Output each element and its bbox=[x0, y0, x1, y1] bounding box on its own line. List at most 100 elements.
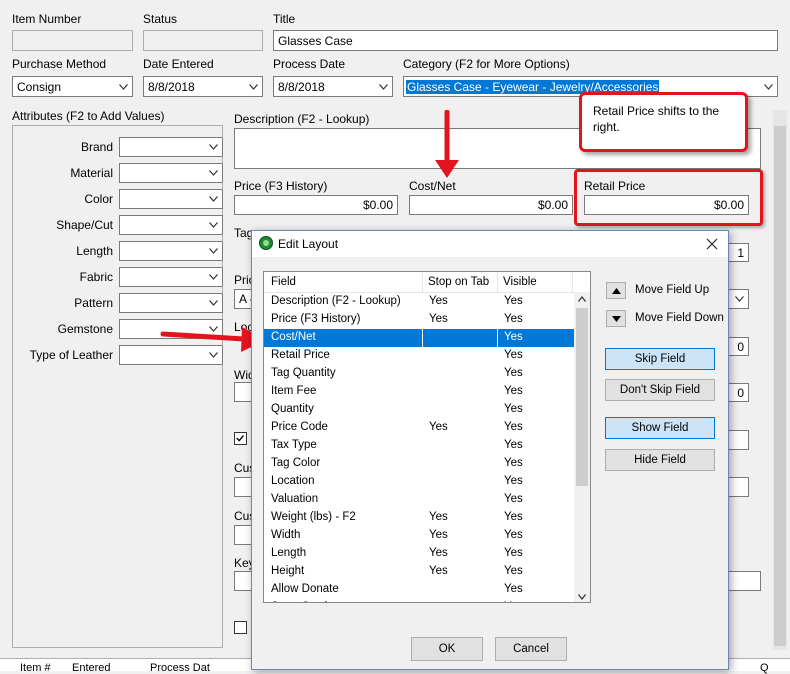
row-field: Tag Quantity bbox=[271, 367, 336, 379]
title-input[interactable]: Glasses Case bbox=[273, 30, 778, 51]
grid-scrollbar-thumb[interactable] bbox=[576, 308, 588, 486]
move-up-button[interactable] bbox=[606, 282, 626, 299]
row-field: Quantity bbox=[271, 403, 314, 415]
row-field: Tax Type bbox=[271, 439, 317, 451]
grid-row[interactable]: Tag Color Yes bbox=[264, 455, 574, 473]
attribute-row-fabric: Fabric bbox=[13, 267, 223, 287]
arrow-down-icon bbox=[435, 110, 459, 178]
attribute-label: Gemstone bbox=[57, 322, 113, 336]
attributes-panel: Brand Material Color Shape/Cut Length Fa… bbox=[12, 125, 223, 648]
chevron-down-icon bbox=[205, 138, 222, 156]
show-field-button[interactable]: Show Field bbox=[605, 417, 715, 439]
chevron-up-icon[interactable] bbox=[578, 296, 586, 302]
grid-column-item: Item # bbox=[20, 662, 51, 674]
column-stop-on-tab[interactable]: Stop on Tab bbox=[428, 276, 489, 288]
date-entered-picker[interactable]: 8/8/2018 bbox=[143, 76, 263, 97]
purchase-method-select[interactable]: Consign bbox=[12, 76, 133, 97]
checkmark-icon bbox=[236, 435, 244, 442]
row-visible: Yes bbox=[504, 511, 523, 523]
ok-button[interactable]: OK bbox=[411, 637, 483, 661]
cancel-button[interactable]: Cancel bbox=[495, 637, 567, 661]
row-field: Tag Color bbox=[271, 457, 321, 469]
right-input-a[interactable]: 0 bbox=[728, 337, 749, 356]
grid-row[interactable]: Cost/Net Yes bbox=[264, 329, 574, 347]
row-visible: Yes bbox=[504, 547, 523, 559]
grid-row[interactable]: Price Code Yes Yes bbox=[264, 419, 574, 437]
row-divider bbox=[497, 329, 498, 347]
attribute-select[interactable] bbox=[119, 137, 223, 157]
chevron-down-icon bbox=[245, 77, 262, 96]
attributes-title: Attributes (F2 to Add Values) bbox=[12, 109, 165, 123]
row-field: Height bbox=[271, 565, 305, 577]
chevron-down-icon[interactable] bbox=[578, 594, 586, 600]
grid-row[interactable]: Location Yes bbox=[264, 473, 574, 491]
triangle-up-icon bbox=[611, 287, 621, 294]
column-field[interactable]: Field bbox=[271, 276, 296, 288]
skip-field-button[interactable]: Skip Field bbox=[605, 348, 715, 370]
item-number-field[interactable] bbox=[12, 30, 133, 51]
chevron-down-icon bbox=[205, 268, 222, 286]
grid-row[interactable]: Allow Donate Yes bbox=[264, 581, 574, 599]
form-scrollbar-thumb[interactable] bbox=[774, 126, 786, 646]
grid-row[interactable]: Price (F3 History) Yes Yes bbox=[264, 311, 574, 329]
grid-row[interactable]: Item Fee Yes bbox=[264, 383, 574, 401]
attribute-select[interactable] bbox=[119, 189, 223, 209]
row-visible: Yes bbox=[504, 583, 523, 595]
grid-row[interactable]: Valuation Yes bbox=[264, 491, 574, 509]
attribute-select[interactable] bbox=[119, 215, 223, 235]
row-field: Length bbox=[271, 547, 307, 559]
attribute-label: Length bbox=[76, 244, 113, 258]
row-field: Weight (lbs) - F2 bbox=[271, 511, 356, 523]
title-label: Title bbox=[273, 12, 296, 26]
grid-row[interactable]: Tag Quantity Yes bbox=[264, 365, 574, 383]
grid-row[interactable]: Quantity Yes bbox=[264, 401, 574, 419]
move-down-label[interactable]: Move Field Down bbox=[635, 312, 724, 324]
cost-net-input[interactable]: $0.00 bbox=[409, 195, 573, 215]
process-date-picker[interactable]: 8/8/2018 bbox=[273, 76, 393, 97]
grid-scrollbar[interactable] bbox=[574, 292, 590, 602]
attribute-select[interactable] bbox=[119, 241, 223, 261]
grid-row[interactable]: Description (F2 - Lookup) Yes Yes bbox=[264, 293, 574, 311]
grid-row[interactable]: Retail Price Yes bbox=[264, 347, 574, 365]
right-input-b[interactable]: 0 bbox=[728, 383, 749, 402]
right-select-1[interactable] bbox=[728, 289, 749, 309]
quantity-input[interactable]: 1 bbox=[728, 243, 749, 262]
grid-row[interactable]: Length Yes Yes bbox=[264, 545, 574, 563]
grid-row[interactable]: Store Section Yes bbox=[264, 599, 574, 602]
move-down-button[interactable] bbox=[606, 310, 626, 327]
attribute-select[interactable] bbox=[119, 163, 223, 183]
allow-checkbox[interactable] bbox=[234, 432, 247, 445]
grid-row[interactable]: Height Yes Yes bbox=[264, 563, 574, 581]
price-input[interactable]: $0.00 bbox=[234, 195, 398, 215]
dont-skip-field-button[interactable]: Don't Skip Field bbox=[605, 379, 715, 401]
row-visible: Yes bbox=[504, 529, 523, 541]
row-stop-on-tab: Yes bbox=[429, 295, 448, 307]
price-label: Price (F3 History) bbox=[234, 179, 328, 193]
grid-row[interactable]: Width Yes Yes bbox=[264, 527, 574, 545]
right-input-e[interactable] bbox=[728, 571, 761, 591]
attribute-select[interactable] bbox=[119, 267, 223, 287]
row-visible: Yes bbox=[504, 313, 523, 325]
right-input-c[interactable] bbox=[728, 430, 749, 450]
form-scrollbar[interactable] bbox=[773, 110, 787, 650]
option-checkbox[interactable] bbox=[234, 621, 247, 634]
right-input-d[interactable] bbox=[728, 477, 749, 497]
status-field[interactable] bbox=[143, 30, 263, 51]
row-field: Cost/Net bbox=[271, 331, 316, 343]
column-visible[interactable]: Visible bbox=[503, 276, 537, 288]
move-up-label[interactable]: Move Field Up bbox=[635, 284, 709, 296]
row-field: Store Section bbox=[271, 601, 340, 602]
hide-field-button[interactable]: Hide Field bbox=[605, 449, 715, 471]
dialog-titlebar[interactable]: Edit Layout bbox=[252, 231, 728, 257]
close-icon[interactable] bbox=[706, 238, 718, 250]
chevron-down-icon bbox=[205, 164, 222, 182]
description-label: Description (F2 - Lookup) bbox=[234, 112, 370, 126]
process-date-label: Process Date bbox=[273, 57, 346, 71]
grid-row[interactable]: Tax Type Yes bbox=[264, 437, 574, 455]
attribute-select[interactable] bbox=[119, 293, 223, 313]
attribute-row-material: Material bbox=[13, 163, 223, 183]
row-field: Width bbox=[271, 529, 301, 541]
row-field: Allow Donate bbox=[271, 583, 339, 595]
chevron-down-icon bbox=[205, 190, 222, 208]
grid-row[interactable]: Weight (lbs) - F2 Yes Yes bbox=[264, 509, 574, 527]
